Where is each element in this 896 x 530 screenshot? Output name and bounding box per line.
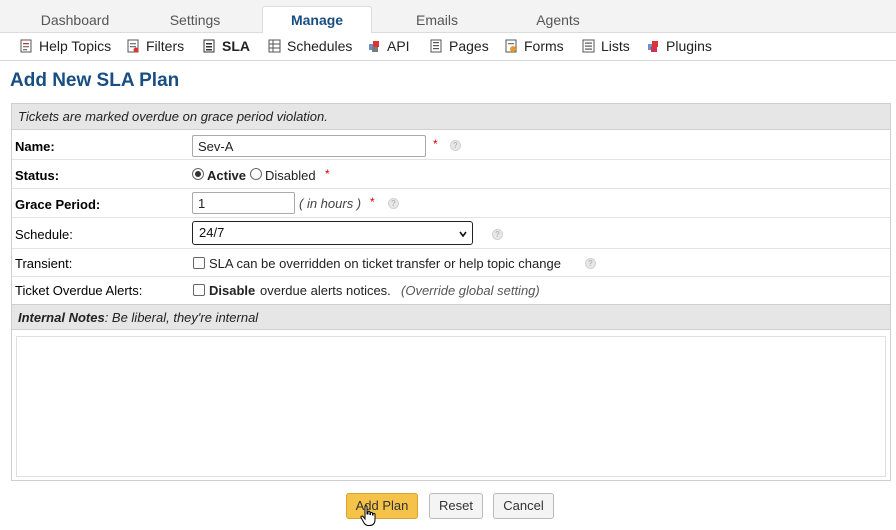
help-icon[interactable]: ? xyxy=(585,258,596,269)
main-tabs: Dashboard Settings Manage Emails Agents xyxy=(0,0,896,34)
overdue-alerts-bold: Disable xyxy=(209,283,256,298)
subnav-api[interactable]: API xyxy=(368,38,410,56)
status-active-label[interactable]: Active xyxy=(207,168,246,183)
subnav-filters[interactable]: Filters xyxy=(127,38,184,56)
hand-cursor-icon xyxy=(360,505,376,526)
status-row: Status: Active Disabled * xyxy=(12,160,890,189)
tab-manage[interactable]: Manage xyxy=(262,6,372,34)
transient-row: Transient: SLA can be overridden on tick… xyxy=(12,249,890,277)
subnav-schedules[interactable]: Schedules xyxy=(268,38,352,56)
page-title: Add New SLA Plan xyxy=(10,70,180,91)
filters-icon xyxy=(127,39,140,53)
add-plan-button[interactable]: Add Plan xyxy=(346,493,418,519)
internal-notes-header: Internal Notes: Be liberal, they're inte… xyxy=(12,304,890,330)
internal-notes-hint: : Be liberal, they're internal xyxy=(104,310,259,325)
overdue-alerts-hint: (Override global setting) xyxy=(401,283,540,298)
tab-settings[interactable]: Settings xyxy=(144,8,246,33)
subnav-lists[interactable]: Lists xyxy=(582,38,630,56)
schedule-selected-value: 24/7 xyxy=(199,225,225,240)
name-label: Name: xyxy=(15,139,55,154)
schedule-row: Schedule: 24/7 ? xyxy=(12,218,890,249)
tab-agents[interactable]: Agents xyxy=(507,8,609,33)
internal-notes-title: Internal Notes xyxy=(18,310,105,325)
subnav-help-topics[interactable]: Help Topics xyxy=(20,38,111,56)
subnav-sla[interactable]: SLA xyxy=(203,38,250,56)
grace-period-label: Grace Period: xyxy=(15,197,101,212)
status-disabled-radio[interactable] xyxy=(250,168,262,180)
overdue-alerts-checkbox[interactable] xyxy=(193,284,205,296)
subnav-pages[interactable]: Pages xyxy=(430,38,489,56)
cancel-button[interactable]: Cancel xyxy=(493,493,554,519)
required-marker: * xyxy=(433,137,438,151)
plugins-icon xyxy=(647,39,660,53)
schedules-icon xyxy=(268,39,281,53)
api-icon xyxy=(368,39,381,53)
schedule-label: Schedule: xyxy=(15,227,73,242)
required-marker: * xyxy=(370,195,375,209)
grace-period-input[interactable] xyxy=(192,192,295,214)
tab-dashboard[interactable]: Dashboard xyxy=(24,8,126,33)
status-disabled-label[interactable]: Disabled xyxy=(265,168,316,183)
help-icon[interactable]: ? xyxy=(450,140,461,151)
schedule-select[interactable]: 24/7 xyxy=(192,221,473,245)
transient-checkbox[interactable] xyxy=(193,257,205,269)
transient-checkbox-text: SLA can be overridden on ticket transfer… xyxy=(209,256,561,271)
sla-form: Tickets are marked overdue on grace peri… xyxy=(11,103,891,481)
subnav-forms[interactable]: Forms xyxy=(505,38,564,56)
required-marker: * xyxy=(325,167,330,181)
overdue-alerts-text: overdue alerts notices. xyxy=(260,283,391,298)
help-icon[interactable]: ? xyxy=(388,198,399,209)
name-input[interactable] xyxy=(192,135,426,157)
help-topics-icon xyxy=(20,39,33,53)
pages-icon xyxy=(430,39,443,53)
sla-icon xyxy=(203,39,216,53)
sub-navigation: Help Topics Filters SLA Schedules API Pa… xyxy=(0,33,896,61)
help-icon[interactable]: ? xyxy=(492,229,503,240)
grace-period-hint: ( in hours ) xyxy=(299,196,362,211)
overdue-alerts-row: Ticket Overdue Alerts: Disable overdue a… xyxy=(12,277,890,304)
subnav-plugins[interactable]: Plugins xyxy=(647,38,712,56)
lists-icon xyxy=(582,39,595,53)
tab-emails[interactable]: Emails xyxy=(386,8,488,33)
status-label: Status: xyxy=(15,168,60,183)
forms-icon xyxy=(505,39,518,53)
form-header-note: Tickets are marked overdue on grace peri… xyxy=(12,104,890,130)
reset-button[interactable]: Reset xyxy=(429,493,483,519)
overdue-alerts-label: Ticket Overdue Alerts: xyxy=(15,283,143,298)
internal-notes-textarea[interactable] xyxy=(16,336,886,477)
status-active-radio[interactable] xyxy=(192,168,204,180)
grace-period-row: Grace Period: ( in hours ) * ? xyxy=(12,189,890,218)
name-row: Name: * ? xyxy=(12,131,890,160)
transient-label: Transient: xyxy=(15,256,73,271)
chevron-down-icon xyxy=(459,231,467,238)
